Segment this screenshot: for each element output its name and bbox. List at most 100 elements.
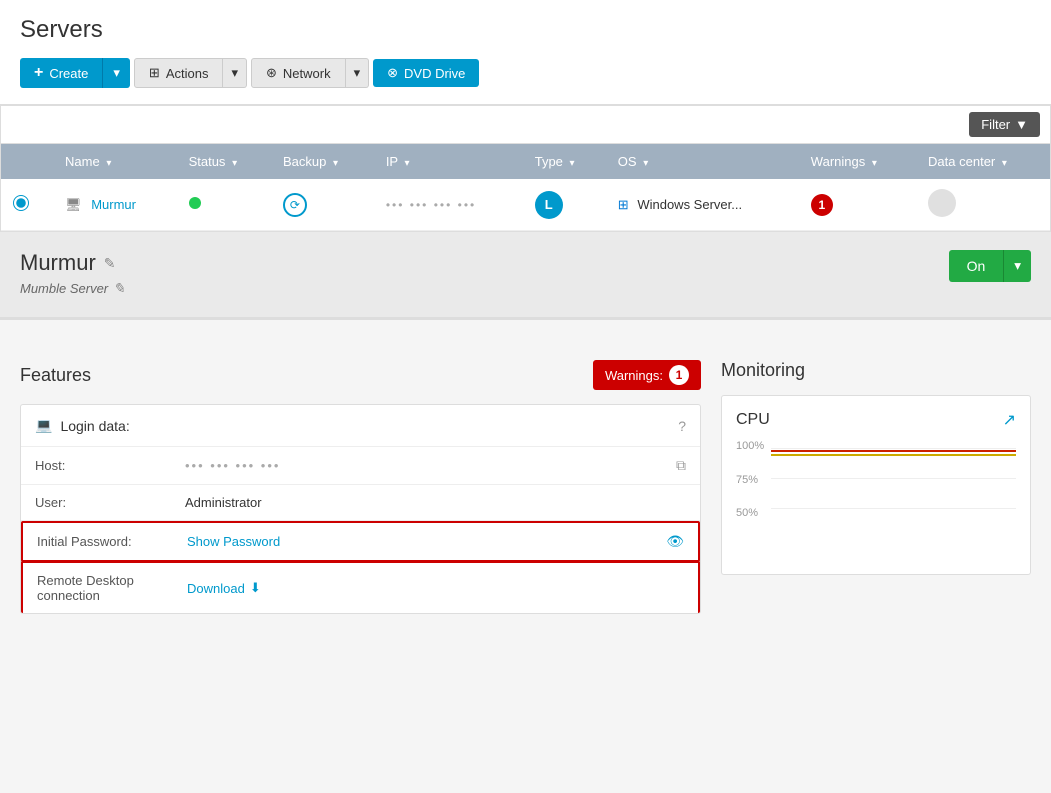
col-status[interactable]: Status ▾: [177, 144, 271, 179]
chart-label-75: 75%: [736, 474, 758, 486]
row-select-col[interactable]: [1, 179, 53, 231]
features-title: Features: [20, 365, 91, 386]
server-subtitle-text: Mumble Server: [20, 281, 108, 296]
col-type[interactable]: Type ▾: [523, 144, 606, 179]
plus-icon: +: [34, 64, 43, 82]
chevron-down-icon: ▾: [354, 65, 361, 81]
row-datacenter-col: [916, 179, 1050, 231]
table-row[interactable]: 🖥 Murmur ⟳ ••• ••• ••• ••• L ⊞ Windows: [1, 179, 1050, 231]
rdp-row: Remote Desktop connection Download ⬇: [21, 561, 700, 613]
servers-table-wrapper: Filter ▼ Name ▾ Status ▾ Backup ▾: [0, 105, 1051, 232]
initial-password-label: Initial Password:: [37, 534, 187, 549]
toolbar: + Create ▾ ⊞ Actions ▾ ⊛ Network ▾: [20, 58, 1031, 88]
network-dropdown-button[interactable]: ▾: [346, 58, 370, 88]
show-password-link[interactable]: Show Password: [187, 534, 280, 549]
actions-button[interactable]: ⊞ Actions: [134, 58, 224, 88]
network-icon: ⊛: [266, 65, 277, 81]
cpu-chart: 100% 75% 50%: [736, 440, 1016, 560]
backup-sort-icon: ▾: [333, 158, 338, 169]
type-badge: L: [535, 191, 563, 219]
actions-label: Actions: [166, 66, 209, 81]
warnings-count-badge: 1: [811, 194, 833, 216]
col-ip[interactable]: IP ▾: [374, 144, 523, 179]
server-subtitle-edit-icon[interactable]: ✎: [113, 280, 125, 297]
col-datacenter[interactable]: Data center ▾: [916, 144, 1050, 179]
cpu-line-red: [771, 450, 1016, 452]
user-value: Administrator: [185, 495, 686, 510]
row-backup-col: ⟳: [271, 179, 374, 231]
windows-icon: ⊞: [618, 197, 629, 212]
chevron-down-icon: ▾: [231, 65, 238, 81]
features-panel-header: Features Warnings: 1: [20, 360, 701, 390]
warnings-sort-icon: ▾: [872, 158, 877, 169]
dvd-drive-button[interactable]: ⊗ DVD Drive: [373, 59, 479, 87]
download-icon: ⬇: [250, 580, 261, 596]
server-detail-section: Murmur ✎ Mumble Server ✎ On ▾: [0, 232, 1051, 320]
network-button[interactable]: ⊛ Network: [251, 58, 346, 88]
password-row: Initial Password: Show Password 👁: [21, 521, 700, 562]
status-sort-icon: ▾: [232, 158, 237, 169]
features-panel: Features Warnings: 1 💻 Login data: ? Hos…: [20, 360, 701, 614]
cpu-title: CPU: [736, 411, 770, 429]
chevron-down-icon: ▾: [1014, 258, 1021, 273]
cpu-line-yellow: [771, 454, 1016, 456]
ip-value: ••• ••• ••• •••: [386, 198, 476, 212]
on-button-group: On ▾: [949, 250, 1031, 282]
type-sort-icon: ▾: [570, 158, 575, 169]
help-icon[interactable]: ?: [678, 418, 686, 434]
rdp-label: Remote Desktop connection: [37, 573, 187, 603]
filter-label: Filter: [981, 117, 1010, 132]
create-button-group: + Create ▾: [20, 58, 130, 88]
server-detail-name: Murmur: [20, 250, 96, 276]
server-name-link[interactable]: Murmur: [91, 197, 136, 212]
on-button[interactable]: On: [949, 250, 1004, 282]
os-label: Windows Server...: [637, 197, 742, 212]
copy-icon[interactable]: ⧉: [676, 457, 686, 474]
row-ip-col: ••• ••• ••• •••: [374, 179, 523, 231]
grid-icon: ⊞: [149, 65, 160, 81]
status-online-dot: [189, 197, 201, 209]
network-button-group: ⊛ Network ▾: [251, 58, 369, 88]
chart-grid-50: [771, 508, 1016, 509]
login-data-header: 💻 Login data: ?: [21, 405, 700, 447]
col-name[interactable]: Name ▾: [53, 144, 177, 179]
create-button[interactable]: + Create: [20, 58, 102, 88]
warnings-count: 1: [669, 365, 689, 385]
download-link[interactable]: Download ⬇: [187, 580, 261, 596]
host-label: Host:: [35, 458, 185, 473]
row-radio[interactable]: [13, 195, 29, 211]
backup-icon: ⟳: [283, 193, 307, 217]
eye-icon[interactable]: 👁: [666, 533, 684, 550]
row-warnings-col: 1: [799, 179, 916, 231]
create-dropdown-button[interactable]: ▾: [102, 58, 130, 88]
page-title: Servers: [20, 16, 1031, 44]
server-name-edit-icon[interactable]: ✎: [104, 255, 116, 272]
user-row: User: Administrator: [21, 485, 700, 521]
col-backup[interactable]: Backup ▾: [271, 144, 374, 179]
user-label: User:: [35, 495, 185, 510]
main-content: Features Warnings: 1 💻 Login data: ? Hos…: [0, 340, 1051, 634]
server-icon: 🖥: [65, 197, 82, 212]
on-dropdown-button[interactable]: ▾: [1003, 250, 1031, 282]
actions-button-group: ⊞ Actions ▾: [134, 58, 247, 88]
datacenter-sort-icon: ▾: [1002, 158, 1007, 169]
os-sort-icon: ▾: [643, 158, 648, 169]
col-warnings[interactable]: Warnings ▾: [799, 144, 916, 179]
login-data-icon: 💻: [35, 417, 52, 434]
create-label: Create: [49, 66, 88, 81]
dvd-icon: ⊗: [387, 65, 398, 81]
cpu-link-icon[interactable]: ↗: [1003, 410, 1016, 430]
login-data-section: 💻 Login data: ? Host: ••• ••• ••• ••• ⧉ …: [20, 404, 701, 614]
row-type-col: L: [523, 179, 606, 231]
warnings-label: Warnings:: [605, 368, 663, 383]
col-os[interactable]: OS ▾: [606, 144, 799, 179]
col-select: [1, 144, 53, 179]
actions-dropdown-button[interactable]: ▾: [223, 58, 247, 88]
filter-bar: Filter ▼: [1, 106, 1050, 144]
datacenter-indicator: [928, 189, 956, 217]
chart-grid-100: [771, 448, 1016, 449]
name-sort-icon: ▾: [106, 158, 111, 169]
filter-button[interactable]: Filter ▼: [969, 112, 1040, 137]
filter-icon: ▼: [1015, 117, 1028, 132]
monitoring-panel: Monitoring CPU ↗ 100% 75% 50%: [721, 360, 1031, 614]
